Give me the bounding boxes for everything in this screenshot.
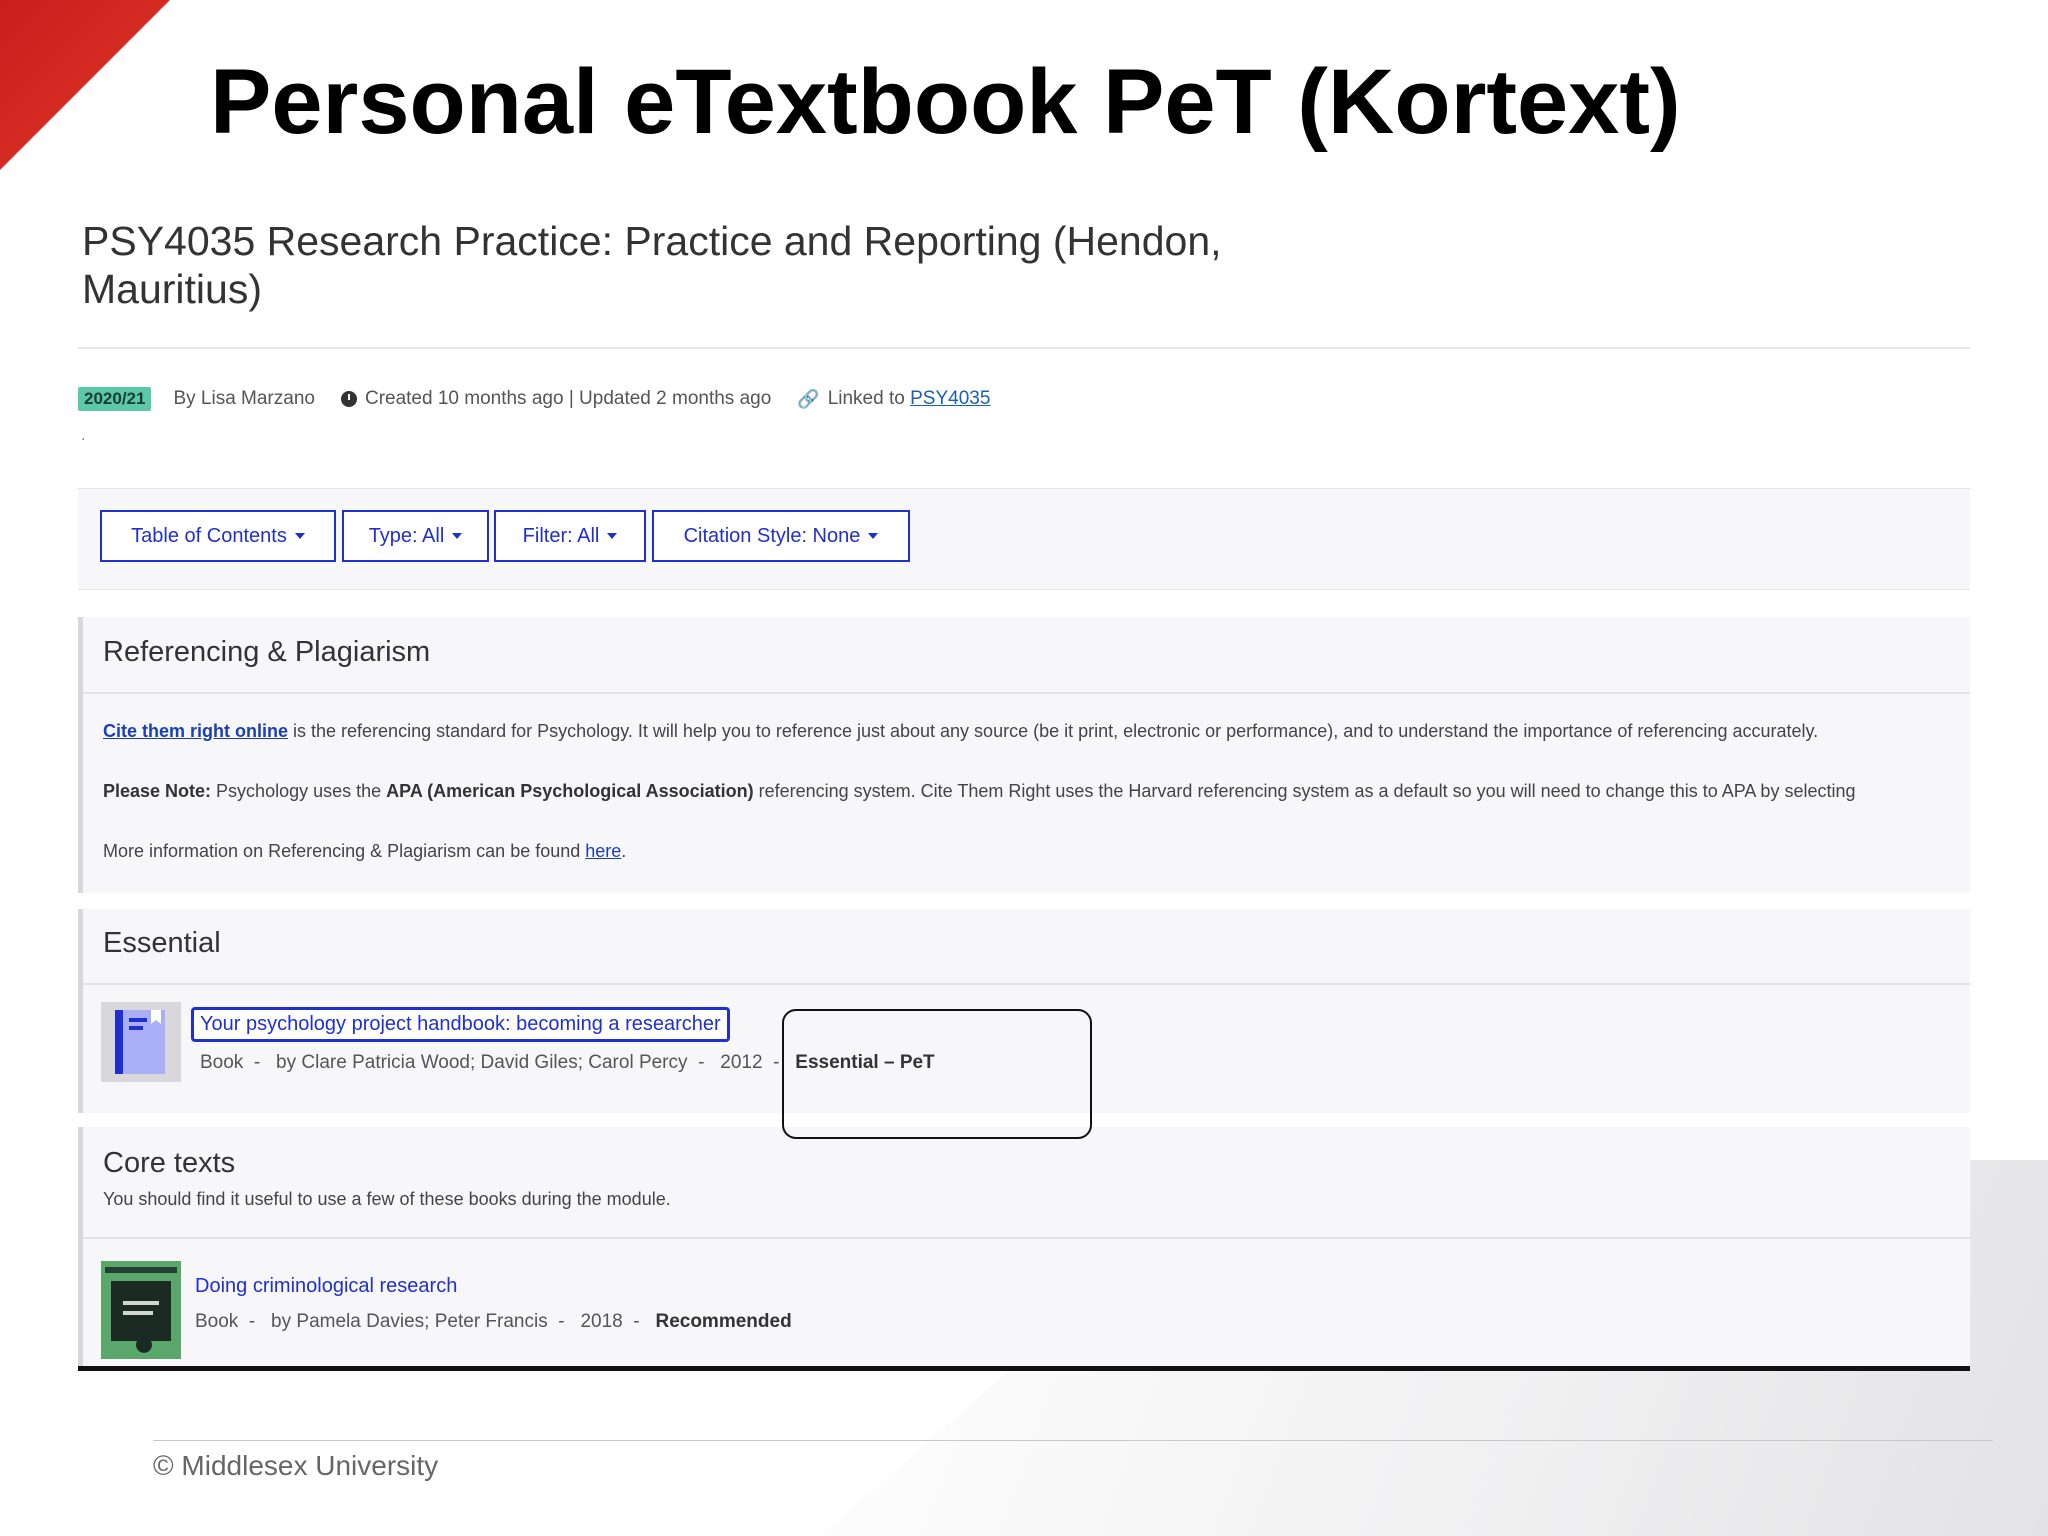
core-item-title-link[interactable]: Doing criminological research xyxy=(195,1275,457,1298)
caret-down-icon xyxy=(294,533,305,539)
section-heading: Core texts xyxy=(103,1147,236,1179)
type-filter-label: Type: All xyxy=(368,524,445,547)
link-icon: 🔗 xyxy=(797,388,820,409)
table-of-contents-button[interactable]: Table of Contents xyxy=(100,510,336,562)
section-heading: Essential xyxy=(103,927,221,959)
section-referencing: Referencing & Plagiarism Cite them right… xyxy=(78,617,1970,893)
citation-style-button[interactable]: Citation Style: None xyxy=(652,510,910,562)
book-cover-image xyxy=(101,1261,181,1359)
section-subtitle: You should find it useful to use a few o… xyxy=(103,1189,671,1209)
author-text: By Lisa Marzano xyxy=(173,388,315,409)
linked-label: Linked to xyxy=(827,388,905,409)
more-info-link[interactable]: here xyxy=(585,841,621,861)
list-toolbar: Table of Contents Type: All Filter: All … xyxy=(78,488,1970,590)
essential-item-title-link[interactable]: Your psychology project handbook: becomi… xyxy=(191,1007,730,1042)
referencing-paragraph-3: More information on Referencing & Plagia… xyxy=(103,841,627,861)
footer-copyright: © Middlesex University xyxy=(153,1450,439,1481)
core-tag: Recommended xyxy=(655,1311,792,1332)
core-item-meta: Book - by Pamela Davies; Peter Francis -… xyxy=(195,1311,792,1332)
corner-accent xyxy=(0,0,170,170)
type-filter-button[interactable]: Type: All xyxy=(342,510,489,562)
referencing-paragraph-2: Please Note: Psychology uses the APA (Am… xyxy=(103,781,1856,801)
list-title: PSY4035 Research Practice: Practice and … xyxy=(82,218,1222,312)
filter-button[interactable]: Filter: All xyxy=(494,510,646,562)
list-meta: 2020/21 By Lisa Marzano Created 10 month… xyxy=(78,381,990,417)
caret-down-icon xyxy=(607,533,618,539)
clock-icon xyxy=(340,391,357,407)
divider xyxy=(83,983,1970,985)
slide-title: Personal eTextbook PeT (Kortext) xyxy=(210,51,1681,153)
filter-label: Filter: All xyxy=(522,524,600,547)
section-heading: Referencing & Plagiarism xyxy=(103,636,431,668)
divider xyxy=(78,347,1970,349)
footer-divider xyxy=(153,1440,1993,1441)
cite-them-right-link[interactable]: Cite them right online xyxy=(103,721,288,741)
divider xyxy=(83,692,1970,694)
dates-text: Created 10 months ago | Updated 2 months… xyxy=(364,388,772,409)
section-core-texts: Core texts You should find it useful to … xyxy=(78,1127,1970,1366)
highlight-callout-box xyxy=(782,1009,1092,1139)
linked-module-link[interactable]: PSY4035 xyxy=(910,388,990,410)
caret-down-icon xyxy=(868,533,879,539)
table-of-contents-label: Table of Contents xyxy=(131,524,287,547)
year-badge: 2020/21 xyxy=(78,387,152,411)
stray-dot: . xyxy=(81,427,86,444)
book-cover-icon xyxy=(101,1002,181,1082)
citation-style-label: Citation Style: None xyxy=(683,524,861,547)
caret-down-icon xyxy=(452,533,463,539)
screenshot-bottom-border xyxy=(78,1366,1970,1371)
reading-list-screenshot: PSY4035 Research Practice: Practice and … xyxy=(78,205,1970,1371)
referencing-paragraph-1: Cite them right online is the referencin… xyxy=(103,721,1819,741)
divider xyxy=(83,1237,1970,1239)
